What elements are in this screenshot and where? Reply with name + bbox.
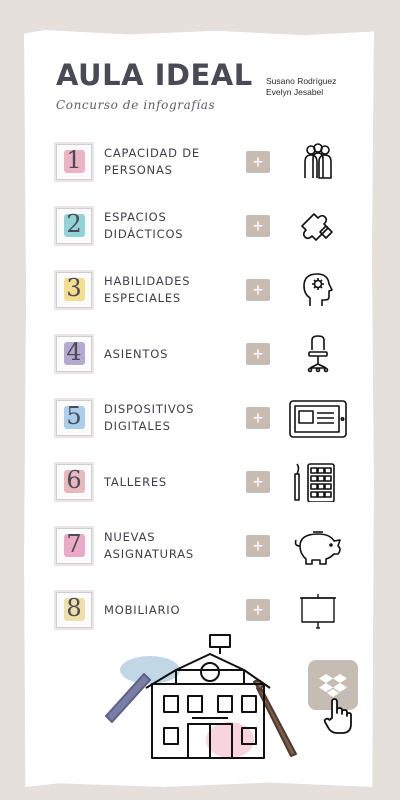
projector-screen-icon bbox=[288, 590, 348, 630]
number-badge: 4 bbox=[56, 336, 92, 372]
list-item: 7 Nuevas asignaturas + bbox=[56, 526, 352, 566]
list-item: 6 Talleres + bbox=[56, 462, 352, 503]
expand-button[interactable]: + bbox=[246, 215, 270, 237]
number-badge: 8 bbox=[56, 592, 92, 628]
number-badge: 1 bbox=[56, 144, 92, 180]
item-label: Nuevas asignaturas bbox=[104, 530, 194, 561]
list-item: 4 Asientos + bbox=[56, 334, 352, 374]
list-item: 3 Habilidades especiales + bbox=[56, 270, 352, 310]
puzzle-icon bbox=[288, 206, 348, 246]
list-item: 5 Dispositivos digitales + bbox=[56, 398, 352, 438]
item-label: Habilidades especiales bbox=[104, 274, 191, 305]
page-subtitle: Concurso de infografías bbox=[56, 98, 216, 112]
tablet-icon bbox=[288, 398, 348, 438]
list-item: 8 Mobiliario + bbox=[56, 590, 352, 630]
number-badge: 3 bbox=[56, 272, 92, 308]
page-title: AULA IDEAL bbox=[56, 58, 253, 92]
author-name: Susano Rodríguez bbox=[266, 76, 337, 86]
school-building-illustration bbox=[100, 630, 300, 780]
number-badge: 2 bbox=[56, 208, 92, 244]
item-label: Dispositivos digitales bbox=[104, 402, 195, 433]
number-badge: 5 bbox=[56, 400, 92, 436]
head-gear-icon bbox=[288, 270, 348, 310]
number-badge: 7 bbox=[56, 528, 92, 564]
item-label: Talleres bbox=[104, 474, 168, 489]
expand-button[interactable]: + bbox=[246, 599, 270, 621]
expand-button[interactable]: + bbox=[246, 343, 270, 365]
number-badge: 6 bbox=[56, 464, 92, 500]
expand-button[interactable]: + bbox=[246, 535, 270, 557]
list-item: 1 Capacidad de personas + bbox=[56, 142, 352, 182]
piggy-bank-icon bbox=[288, 526, 348, 566]
item-label: Capacidad de personas bbox=[104, 146, 200, 177]
paint-palette-icon bbox=[288, 462, 348, 503]
item-label: Mobiliario bbox=[104, 602, 181, 617]
chair-icon bbox=[288, 334, 348, 374]
author-name: Evelyn Jesabel bbox=[266, 87, 324, 97]
item-label: Espacios didácticos bbox=[104, 210, 184, 241]
authors: Susano Rodríguez Evelyn Jesabel bbox=[266, 76, 336, 98]
expand-button[interactable]: + bbox=[246, 151, 270, 173]
item-label: Asientos bbox=[104, 346, 169, 361]
people-icon bbox=[288, 142, 348, 182]
list-item: 2 Espacios didácticos + bbox=[56, 206, 352, 246]
pointer-hand-icon bbox=[322, 696, 354, 736]
expand-button[interactable]: + bbox=[246, 407, 270, 429]
expand-button[interactable]: + bbox=[246, 279, 270, 301]
expand-button[interactable]: + bbox=[246, 471, 270, 493]
